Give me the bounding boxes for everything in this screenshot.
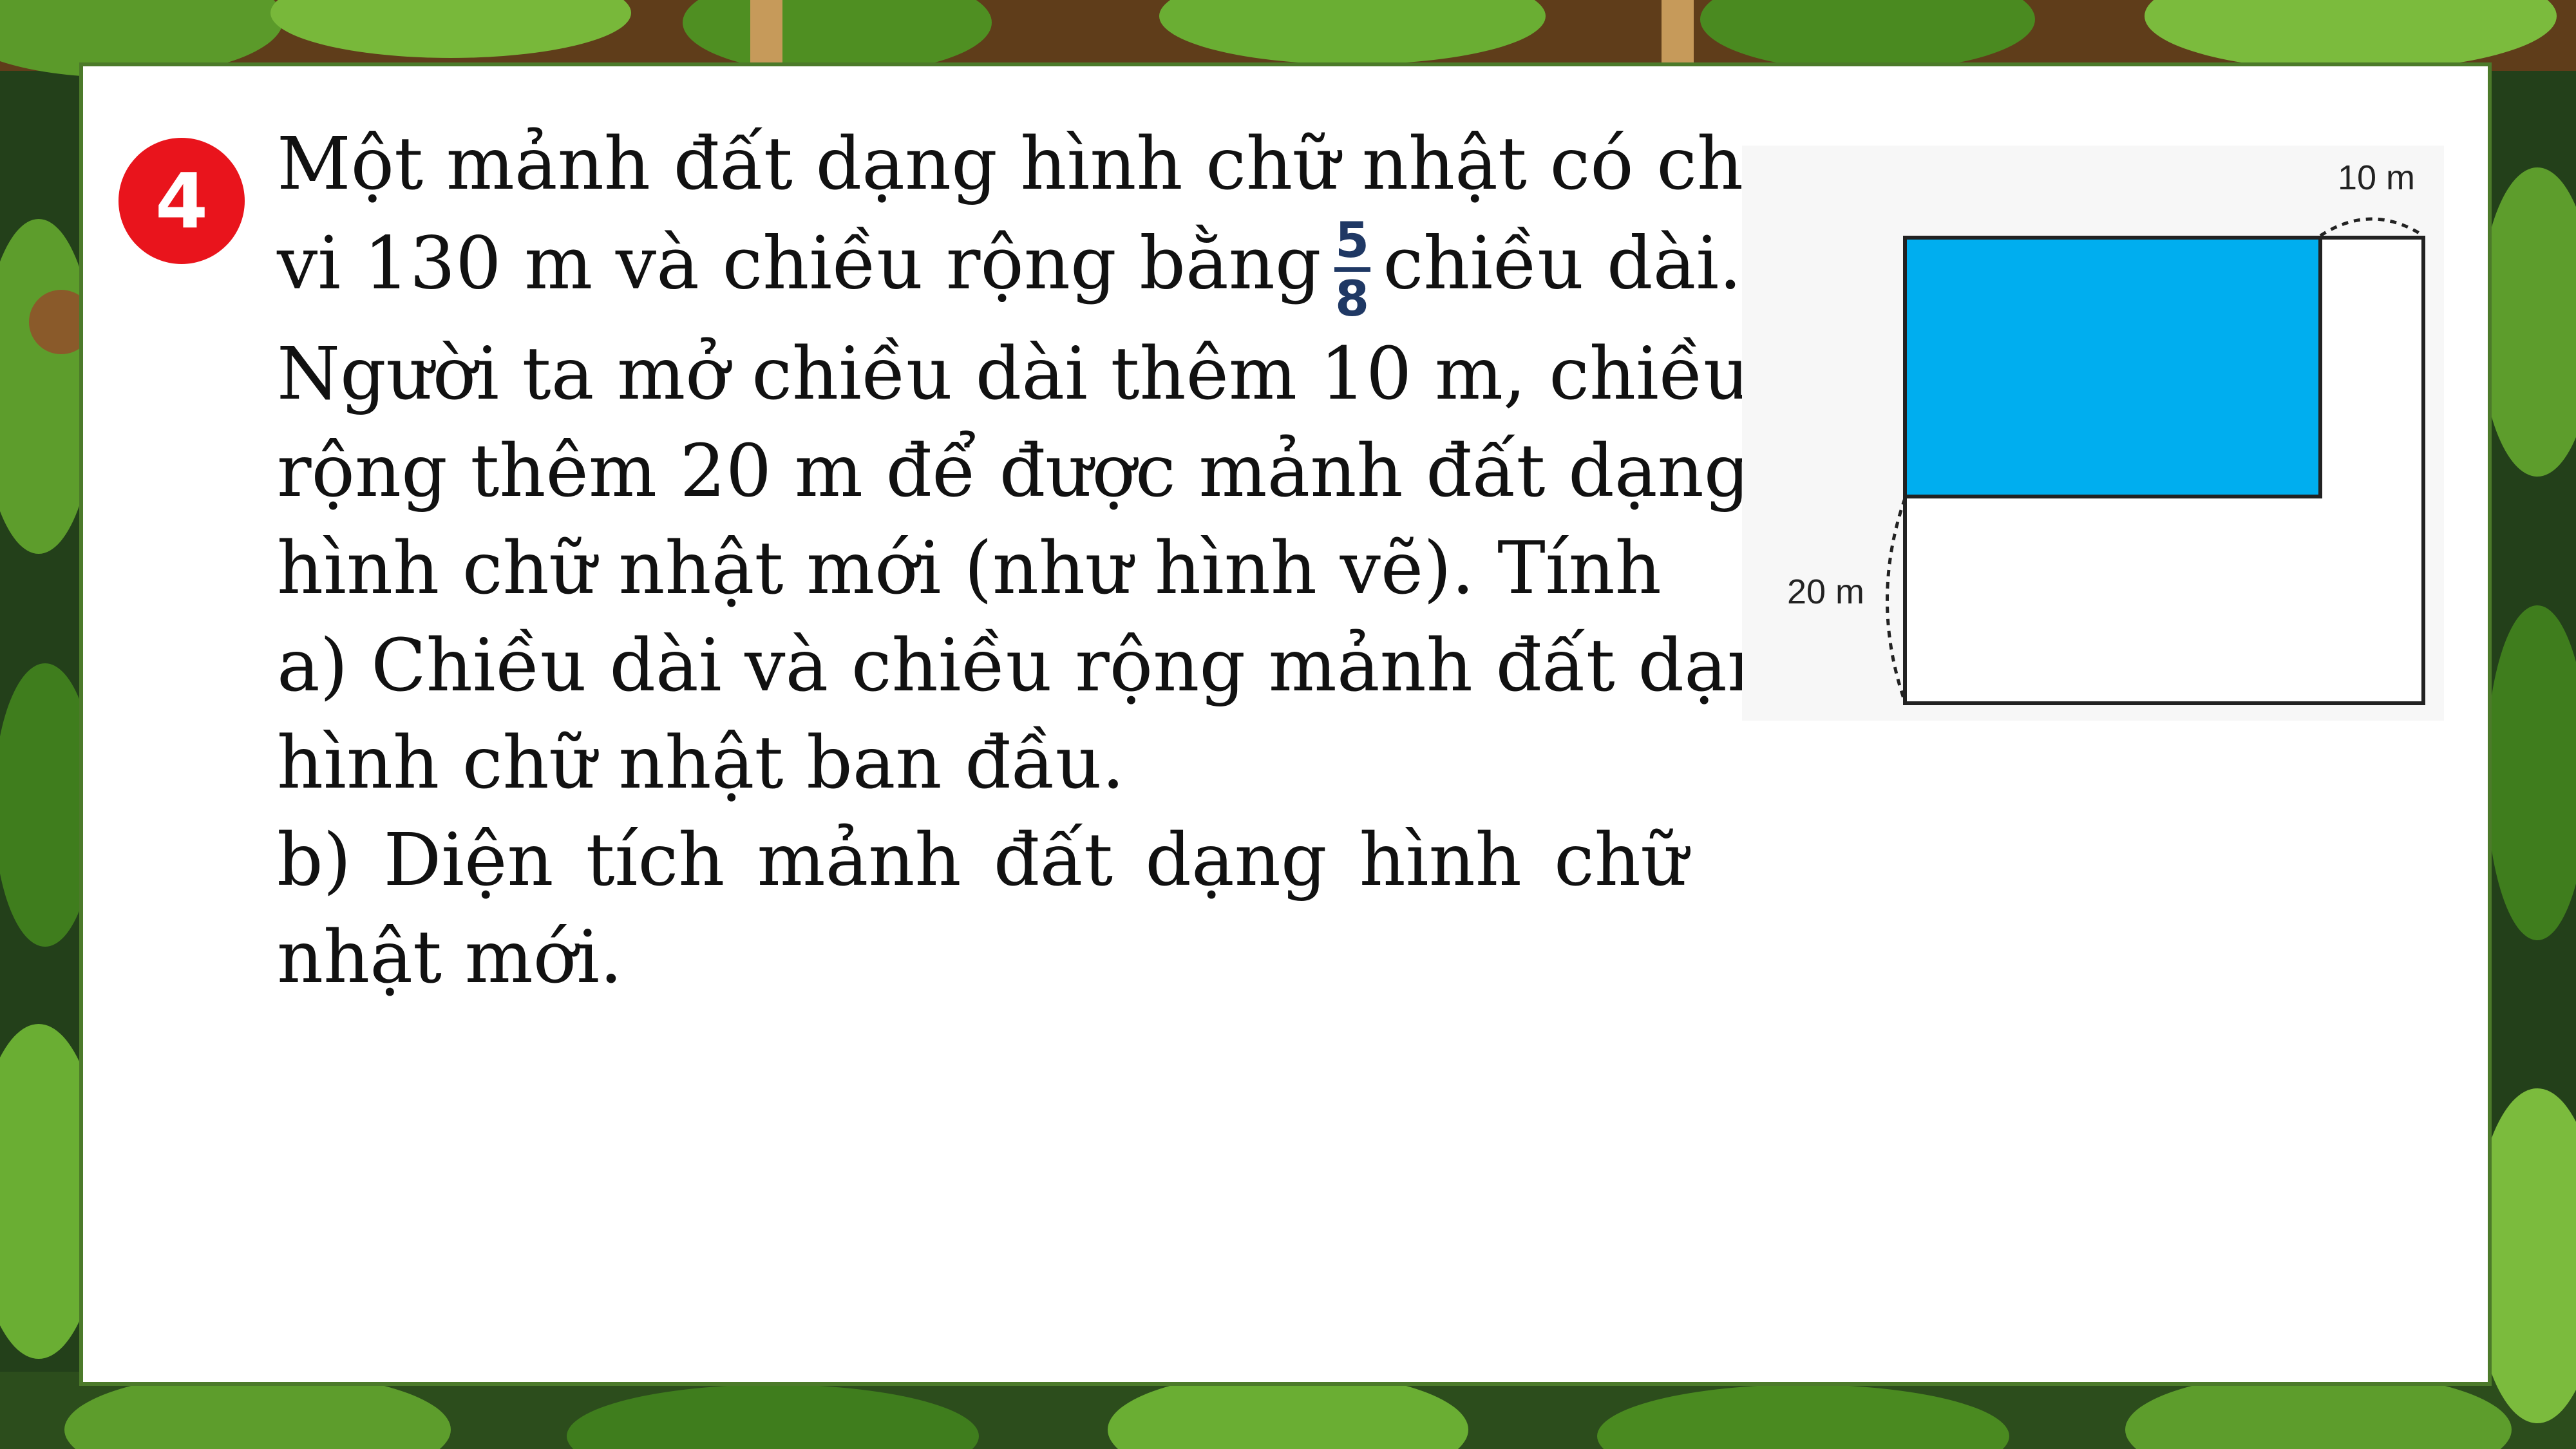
question-b-word: hình bbox=[1359, 819, 1522, 902]
question-b-continued: nhật mới. bbox=[277, 916, 623, 999]
problem-line-5: hình chữ nhật mới (như hình vẽ). Tính bbox=[277, 527, 1662, 611]
question-b-word: b) bbox=[277, 819, 352, 902]
problem-number: 4 bbox=[155, 156, 209, 245]
question-b-word: mảnh bbox=[757, 819, 961, 902]
problem-line-4: rộng thêm 20 m để được mảnh đất dạng bbox=[277, 430, 1750, 513]
question-b-word: Diện bbox=[383, 819, 554, 902]
problem-line-2: vi 130 m và chiều rộng bằng 5 8 chiều dài. bbox=[277, 213, 1742, 326]
problem-number-badge: 4 bbox=[118, 138, 245, 264]
question-b-word: đất bbox=[993, 819, 1113, 902]
problem-text: Một mảnh đất dạng hình chữ nhật có chu v… bbox=[277, 116, 1820, 1007]
problem-line-1: Một mảnh đất dạng hình chữ nhật có chu bbox=[277, 122, 1790, 206]
problem-line-2-start: vi 130 m và chiều rộng bằng bbox=[277, 222, 1321, 306]
question-b-word: chữ bbox=[1553, 819, 1687, 902]
question-b-word: tích bbox=[585, 819, 725, 902]
fraction-numerator: 5 bbox=[1335, 211, 1369, 269]
fraction-denominator: 8 bbox=[1335, 270, 1369, 327]
top-extension-label: 10 m bbox=[2338, 158, 2415, 197]
question-b-word: dạng bbox=[1145, 819, 1327, 902]
problem-line-2-end: chiều dài. bbox=[1383, 222, 1742, 306]
fraction: 58 bbox=[1334, 213, 1370, 326]
problem-line-3: Người ta mở chiều dài thêm 10 m, chiều bbox=[277, 332, 1750, 416]
original-rectangle bbox=[1903, 236, 2322, 498]
question-a: a) Chiều dài và chiều rộng mảnh đất dạng bbox=[277, 624, 1820, 708]
question-b: b) Diện tích mảnh đất dạng hình chữ bbox=[277, 812, 1687, 909]
left-extension-label: 20 m bbox=[1787, 573, 1864, 611]
question-a-continued: hình chữ nhật ban đầu. bbox=[277, 721, 1125, 805]
rectangle-figure: 10 m 20 m bbox=[1742, 146, 2444, 721]
